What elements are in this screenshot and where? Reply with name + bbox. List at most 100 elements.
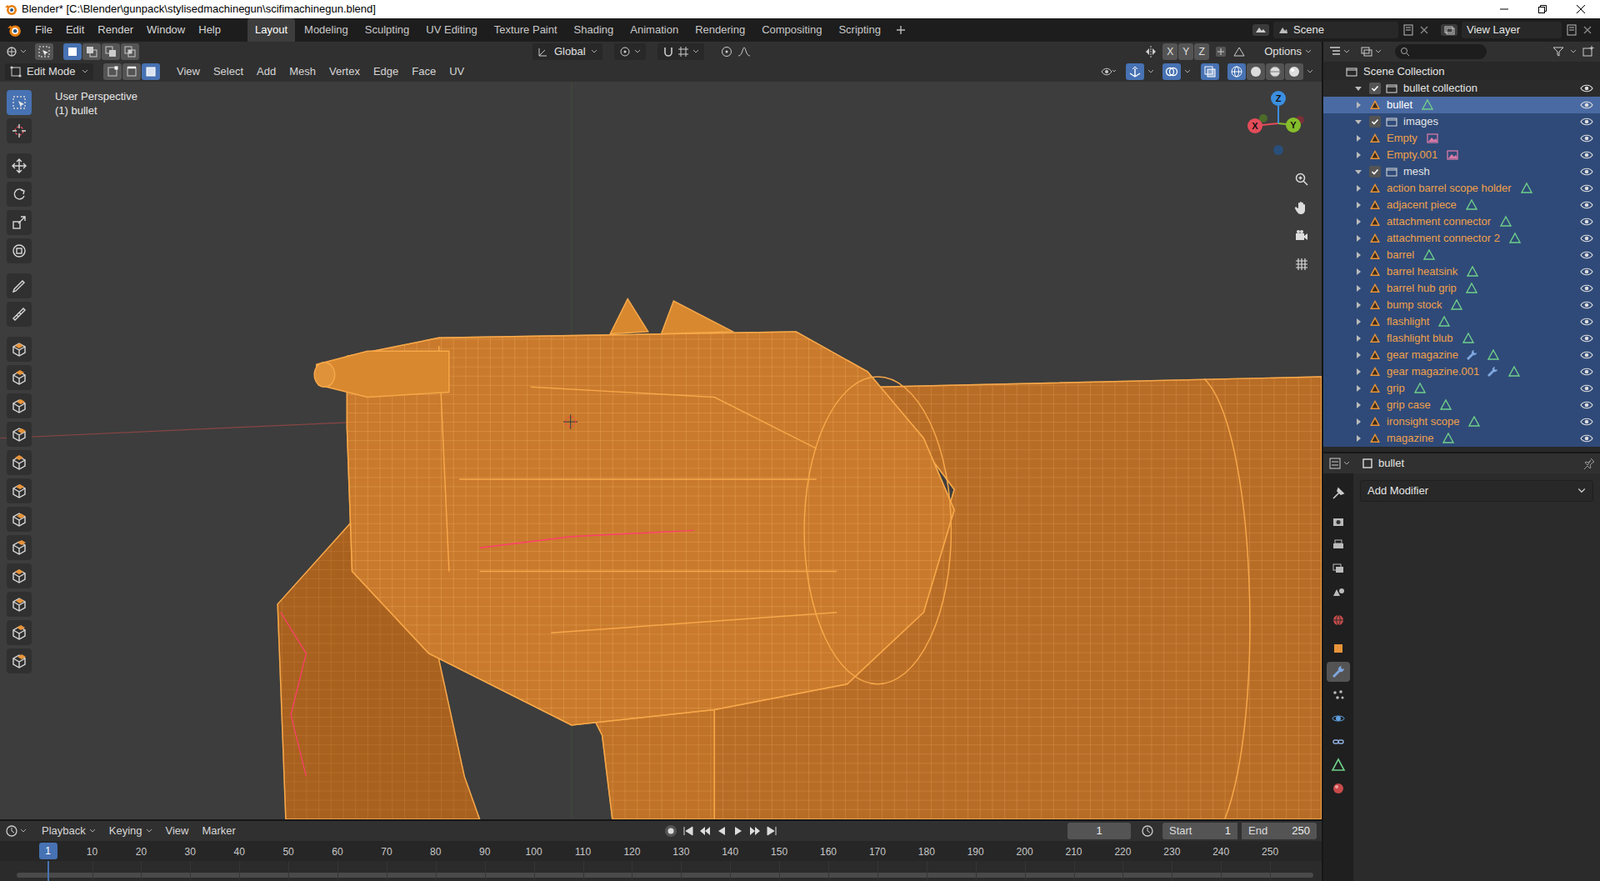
eye-icon[interactable] bbox=[1580, 432, 1594, 445]
outliner-row[interactable]: barrel heatsink bbox=[1323, 263, 1600, 280]
current-frame-indicator[interactable]: 1 bbox=[39, 842, 58, 860]
next-keyframe-icon[interactable] bbox=[749, 825, 761, 837]
viewport-menu-item[interactable]: Face bbox=[405, 60, 443, 83]
zoom-button[interactable] bbox=[1290, 168, 1313, 190]
editor-type-button[interactable] bbox=[5, 824, 27, 838]
menu-item[interactable]: Window bbox=[140, 19, 192, 41]
outliner-item-name[interactable]: action barrel scope holder bbox=[1386, 180, 1512, 197]
tool-button[interactable] bbox=[6, 153, 32, 179]
editor-type-button[interactable] bbox=[1328, 456, 1350, 470]
record-icon[interactable] bbox=[664, 824, 678, 838]
tool-button[interactable] bbox=[6, 393, 32, 419]
properties-tab[interactable] bbox=[1326, 731, 1350, 752]
properties-tab[interactable] bbox=[1326, 483, 1350, 504]
collapsed-arrow-icon[interactable] bbox=[1350, 280, 1367, 297]
properties-tab[interactable] bbox=[1326, 535, 1350, 555]
outliner-item-name[interactable]: bump stock bbox=[1386, 296, 1442, 314]
outliner-row[interactable]: bump stock bbox=[1323, 296, 1600, 314]
outliner-row[interactable]: grip case bbox=[1323, 396, 1600, 414]
tool-button[interactable] bbox=[6, 336, 32, 362]
viewport-menu-item[interactable]: Mesh bbox=[282, 60, 323, 83]
properties-tab[interactable] bbox=[1326, 708, 1350, 729]
mirror-axis-button[interactable]: Y bbox=[1178, 43, 1194, 60]
new-view-layer-icon[interactable] bbox=[1565, 23, 1579, 37]
properties-tab[interactable] bbox=[1326, 581, 1350, 602]
tool-button[interactable] bbox=[6, 181, 32, 207]
orientation-dropdown[interactable]: Global bbox=[532, 43, 603, 60]
tool-button[interactable] bbox=[6, 450, 32, 475]
eye-icon[interactable] bbox=[1580, 82, 1594, 95]
tool-button[interactable] bbox=[6, 563, 32, 589]
select-mode-button[interactable] bbox=[141, 63, 160, 80]
properties-tab[interactable] bbox=[1326, 661, 1350, 682]
minimize-button[interactable] bbox=[1485, 0, 1524, 19]
outliner-row[interactable]: gear magazine.001 bbox=[1323, 363, 1600, 380]
eye-icon[interactable] bbox=[1580, 249, 1594, 261]
jump-end-icon[interactable] bbox=[765, 825, 778, 837]
chevron-down-icon[interactable] bbox=[1306, 68, 1314, 75]
menu-item[interactable]: Edit bbox=[59, 19, 91, 41]
tool-button[interactable] bbox=[6, 210, 32, 235]
outliner-item-name[interactable]: barrel bbox=[1386, 246, 1415, 264]
camera-view-button[interactable] bbox=[1290, 225, 1313, 247]
outliner-item-name[interactable]: flashlight bbox=[1386, 313, 1430, 330]
outliner-row[interactable]: flashlight bbox=[1323, 313, 1600, 330]
eye-icon[interactable] bbox=[1580, 282, 1594, 295]
outliner-item-name[interactable]: images bbox=[1403, 113, 1439, 130]
outliner-item-name[interactable]: attachment connector bbox=[1386, 213, 1491, 230]
viewport-menu-item[interactable]: Vertex bbox=[322, 60, 367, 83]
workspace-tab[interactable]: Shading bbox=[566, 18, 622, 42]
properties-tab[interactable] bbox=[1326, 638, 1350, 659]
delete-view-layer-icon[interactable] bbox=[1581, 24, 1594, 36]
collapsed-arrow-icon[interactable] bbox=[1350, 313, 1367, 330]
perspective-toggle-button[interactable] bbox=[1290, 253, 1313, 275]
eye-icon[interactable] bbox=[1580, 299, 1594, 311]
play-reverse-icon[interactable] bbox=[715, 825, 728, 837]
collapsed-arrow-icon[interactable] bbox=[1350, 180, 1367, 197]
properties-tab[interactable] bbox=[1326, 685, 1350, 705]
timeline-menu-item[interactable]: Keying bbox=[102, 822, 160, 840]
expanded-arrow-icon[interactable] bbox=[1350, 80, 1367, 97]
workspace-tab[interactable]: Scripting bbox=[830, 18, 889, 42]
outliner-row[interactable]: Scene Collection bbox=[1323, 63, 1600, 80]
tool-button[interactable] bbox=[6, 620, 32, 645]
delete-scene-icon[interactable] bbox=[1418, 24, 1430, 36]
collapsed-arrow-icon[interactable] bbox=[1350, 380, 1367, 397]
add-workspace-button[interactable] bbox=[891, 20, 910, 40]
outliner-item-name[interactable]: Scene Collection bbox=[1363, 63, 1445, 80]
3d-viewport[interactable]: User Perspective(1) bullet XYZ bbox=[0, 81, 1322, 820]
outliner-row[interactable]: mesh bbox=[1323, 163, 1600, 180]
collection-checkbox[interactable] bbox=[1369, 115, 1381, 128]
clock-icon[interactable] bbox=[1140, 824, 1155, 838]
collapsed-arrow-icon[interactable] bbox=[1350, 396, 1367, 414]
proportional-group[interactable] bbox=[715, 43, 756, 60]
timeline-area[interactable] bbox=[0, 860, 1322, 881]
eye-icon[interactable] bbox=[1580, 115, 1594, 128]
outliner-item-name[interactable]: grip case bbox=[1386, 396, 1431, 414]
close-button[interactable] bbox=[1561, 0, 1600, 19]
shading-button[interactable] bbox=[1265, 63, 1285, 80]
select-mode-button[interactable] bbox=[103, 63, 122, 80]
pan-button[interactable] bbox=[1290, 196, 1313, 219]
eye-icon[interactable] bbox=[1580, 99, 1594, 111]
tool-button[interactable] bbox=[6, 273, 32, 299]
mirror-axis-button[interactable]: X bbox=[1162, 43, 1178, 60]
eye-icon[interactable] bbox=[1580, 315, 1594, 328]
collapsed-arrow-icon[interactable] bbox=[1350, 213, 1367, 230]
outliner-search[interactable] bbox=[1395, 44, 1487, 60]
tool-button[interactable] bbox=[6, 365, 32, 390]
workspace-tab[interactable]: Sculpting bbox=[357, 18, 417, 42]
collapsed-arrow-icon[interactable] bbox=[1350, 146, 1367, 164]
outliner-item-name[interactable]: gear magazine bbox=[1386, 346, 1459, 364]
tool-button[interactable] bbox=[6, 118, 32, 144]
menu-item[interactable]: Render bbox=[90, 19, 140, 41]
options-dropdown[interactable]: Options bbox=[1259, 43, 1317, 60]
tool-button[interactable] bbox=[6, 421, 32, 447]
new-scene-icon[interactable] bbox=[1401, 23, 1415, 37]
properties-tab[interactable] bbox=[1326, 610, 1350, 630]
outliner-item-name[interactable]: mesh bbox=[1403, 163, 1430, 180]
eye-icon[interactable] bbox=[1580, 149, 1594, 161]
eye-icon[interactable] bbox=[1580, 215, 1594, 228]
menu-item[interactable]: Help bbox=[191, 19, 228, 41]
extend-selection-button[interactable] bbox=[82, 43, 101, 60]
